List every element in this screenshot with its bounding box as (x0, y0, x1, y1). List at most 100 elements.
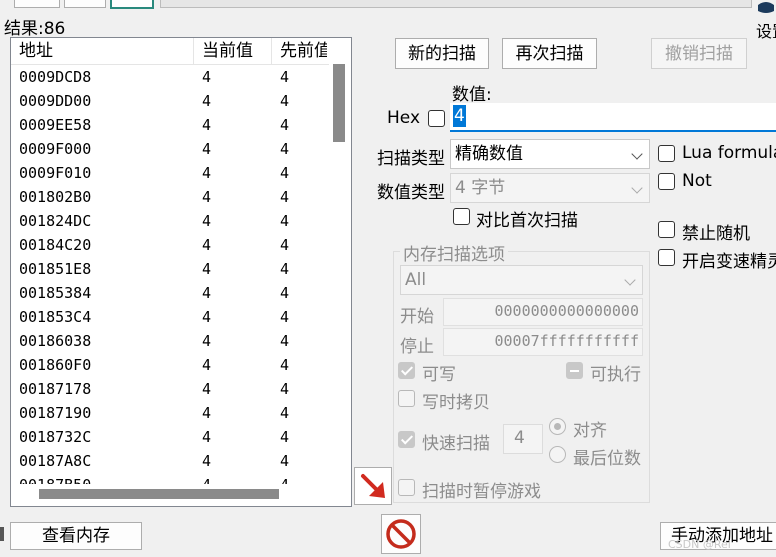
vertical-scrollbar-thumb[interactable] (333, 64, 345, 142)
current-value-cell: 4 (202, 212, 212, 230)
table-row[interactable]: 001853C4 4 4 (11, 305, 351, 329)
previous-value-cell: 4 (280, 188, 290, 206)
current-value-cell: 4 (202, 164, 212, 182)
previous-value-cell: 4 (280, 140, 290, 158)
value-type-value: 4 字节 (455, 178, 506, 198)
table-row[interactable]: 001802B0 4 4 (11, 185, 351, 209)
scan-type-select[interactable]: 精确数值 (450, 139, 650, 169)
table-row[interactable]: 00187178 4 4 (11, 377, 351, 401)
fast-scan-input[interactable]: 4 (503, 424, 543, 454)
current-value-cell: 4 (202, 92, 212, 110)
pause-game-label: 扫描时暂停游戏 (422, 482, 541, 502)
new-scan-button[interactable]: 新的扫描 (395, 38, 489, 69)
current-value-cell: 4 (202, 260, 212, 278)
no-random-checkbox[interactable] (658, 221, 675, 238)
table-row[interactable]: 0009F000 4 4 (11, 137, 351, 161)
toolbar-button-2[interactable] (64, 0, 106, 8)
address-cell: 00185384 (19, 284, 92, 302)
start-address-value: 0000000000000000 (494, 302, 640, 320)
settings-icon[interactable] (756, 0, 776, 14)
value-label: 数值: (452, 85, 492, 105)
no-random-label: 禁止随机 (682, 224, 750, 244)
column-header-previous-value[interactable]: 先前值 (272, 38, 327, 64)
alignment-radio[interactable] (549, 418, 566, 435)
current-value-cell: 4 (202, 284, 212, 302)
add-to-list-arrow-button[interactable] (354, 467, 392, 505)
table-row[interactable]: 00187190 4 4 (11, 401, 351, 425)
writable-label: 可写 (422, 365, 456, 385)
column-header-current-value[interactable]: 当前值 (194, 38, 272, 64)
pause-game-checkbox[interactable] (398, 479, 415, 496)
chevron-down-icon (624, 274, 636, 286)
not-checkbox[interactable] (658, 173, 675, 190)
previous-value-cell: 4 (280, 380, 290, 398)
address-cell: 00187190 (19, 404, 92, 422)
table-row[interactable]: 0009F010 4 4 (11, 161, 351, 185)
address-cell: 00186038 (19, 332, 92, 350)
current-value-cell: 4 (202, 188, 212, 206)
address-cell: 00187A8C (19, 452, 92, 470)
table-row[interactable]: 001824DC 4 4 (11, 209, 351, 233)
compare-first-scan-label: 对比首次扫描 (476, 211, 578, 231)
chevron-down-icon (631, 148, 643, 160)
table-row[interactable]: 0018732C 4 4 (11, 425, 351, 449)
table-row[interactable]: 0009DCD8 4 4 (11, 65, 351, 89)
alignment-label: 对齐 (573, 421, 607, 441)
lua-formula-label: Lua formula (682, 143, 776, 163)
previous-value-cell: 4 (280, 404, 290, 422)
settings-label[interactable]: 设置 (756, 18, 776, 42)
memory-region-select[interactable]: All (400, 265, 643, 295)
current-value-cell: 4 (202, 68, 212, 86)
previous-value-cell: 4 (280, 236, 290, 254)
previous-value-cell: 4 (280, 116, 290, 134)
lua-formula-checkbox[interactable] (658, 145, 675, 162)
chevron-down-icon (631, 182, 643, 194)
value-input[interactable]: 4 (450, 103, 776, 132)
not-label: Not (682, 171, 712, 191)
undo-scan-button[interactable]: 撤销扫描 (651, 38, 747, 69)
fast-scan-value: 4 (514, 428, 525, 448)
previous-value-cell: 4 (280, 428, 290, 446)
fast-scan-label: 快速扫描 (422, 434, 490, 454)
table-row[interactable]: 0009DD00 4 4 (11, 89, 351, 113)
writable-checkbox[interactable] (398, 362, 415, 379)
hex-label: Hex (387, 108, 421, 128)
current-value-cell: 4 (202, 332, 212, 350)
table-row[interactable]: 0009EE58 4 4 (11, 113, 351, 137)
last-digits-radio[interactable] (549, 446, 566, 463)
address-cell: 0009F000 (19, 140, 92, 158)
previous-value-cell: 4 (280, 284, 290, 302)
address-cell: 001802B0 (19, 188, 92, 206)
toolbar-button-3[interactable] (110, 0, 154, 9)
memory-region-value: All (405, 270, 427, 290)
value-type-select[interactable]: 4 字节 (450, 173, 650, 203)
speedhack-checkbox[interactable] (658, 249, 675, 266)
table-row[interactable]: 00184C20 4 4 (11, 233, 351, 257)
speedhack-label: 开启变速精灵 (682, 252, 776, 272)
next-scan-button[interactable]: 再次扫描 (502, 38, 597, 69)
start-address-input[interactable]: 0000000000000000 (443, 298, 643, 326)
stop-address-input[interactable]: 00007fffffffffff (443, 328, 643, 356)
table-row[interactable]: 00186038 4 4 (11, 329, 351, 353)
table-row[interactable]: 00187A8C 4 4 (11, 449, 351, 473)
current-value-cell: 4 (202, 236, 212, 254)
table-row[interactable]: 001860F0 4 4 (11, 353, 351, 377)
results-list[interactable]: 地址 当前值 先前值 0009DCD8 4 4 0009DD00 4 4 0009EE58 4… (10, 37, 352, 507)
toolbar-button-1[interactable] (14, 0, 60, 8)
arrow-down-right-icon (361, 474, 385, 498)
table-row[interactable]: 00185384 4 4 (11, 281, 351, 305)
previous-value-cell: 4 (280, 212, 290, 230)
copy-on-write-checkbox[interactable] (398, 390, 415, 407)
horizontal-scrollbar-thumb[interactable] (39, 489, 279, 499)
compare-first-scan-checkbox[interactable] (453, 208, 470, 225)
executable-checkbox[interactable] (566, 362, 583, 379)
result-count: 结果:86 (4, 19, 66, 39)
current-value-cell: 4 (202, 356, 212, 374)
column-header-address[interactable]: 地址 (11, 38, 194, 64)
clear-results-button[interactable] (381, 514, 421, 554)
fast-scan-checkbox[interactable] (398, 431, 415, 448)
table-row[interactable]: 001851E8 4 4 (11, 257, 351, 281)
view-memory-button[interactable]: 查看内存 (10, 522, 142, 550)
hex-checkbox[interactable] (428, 110, 445, 127)
current-value-cell: 4 (202, 380, 212, 398)
